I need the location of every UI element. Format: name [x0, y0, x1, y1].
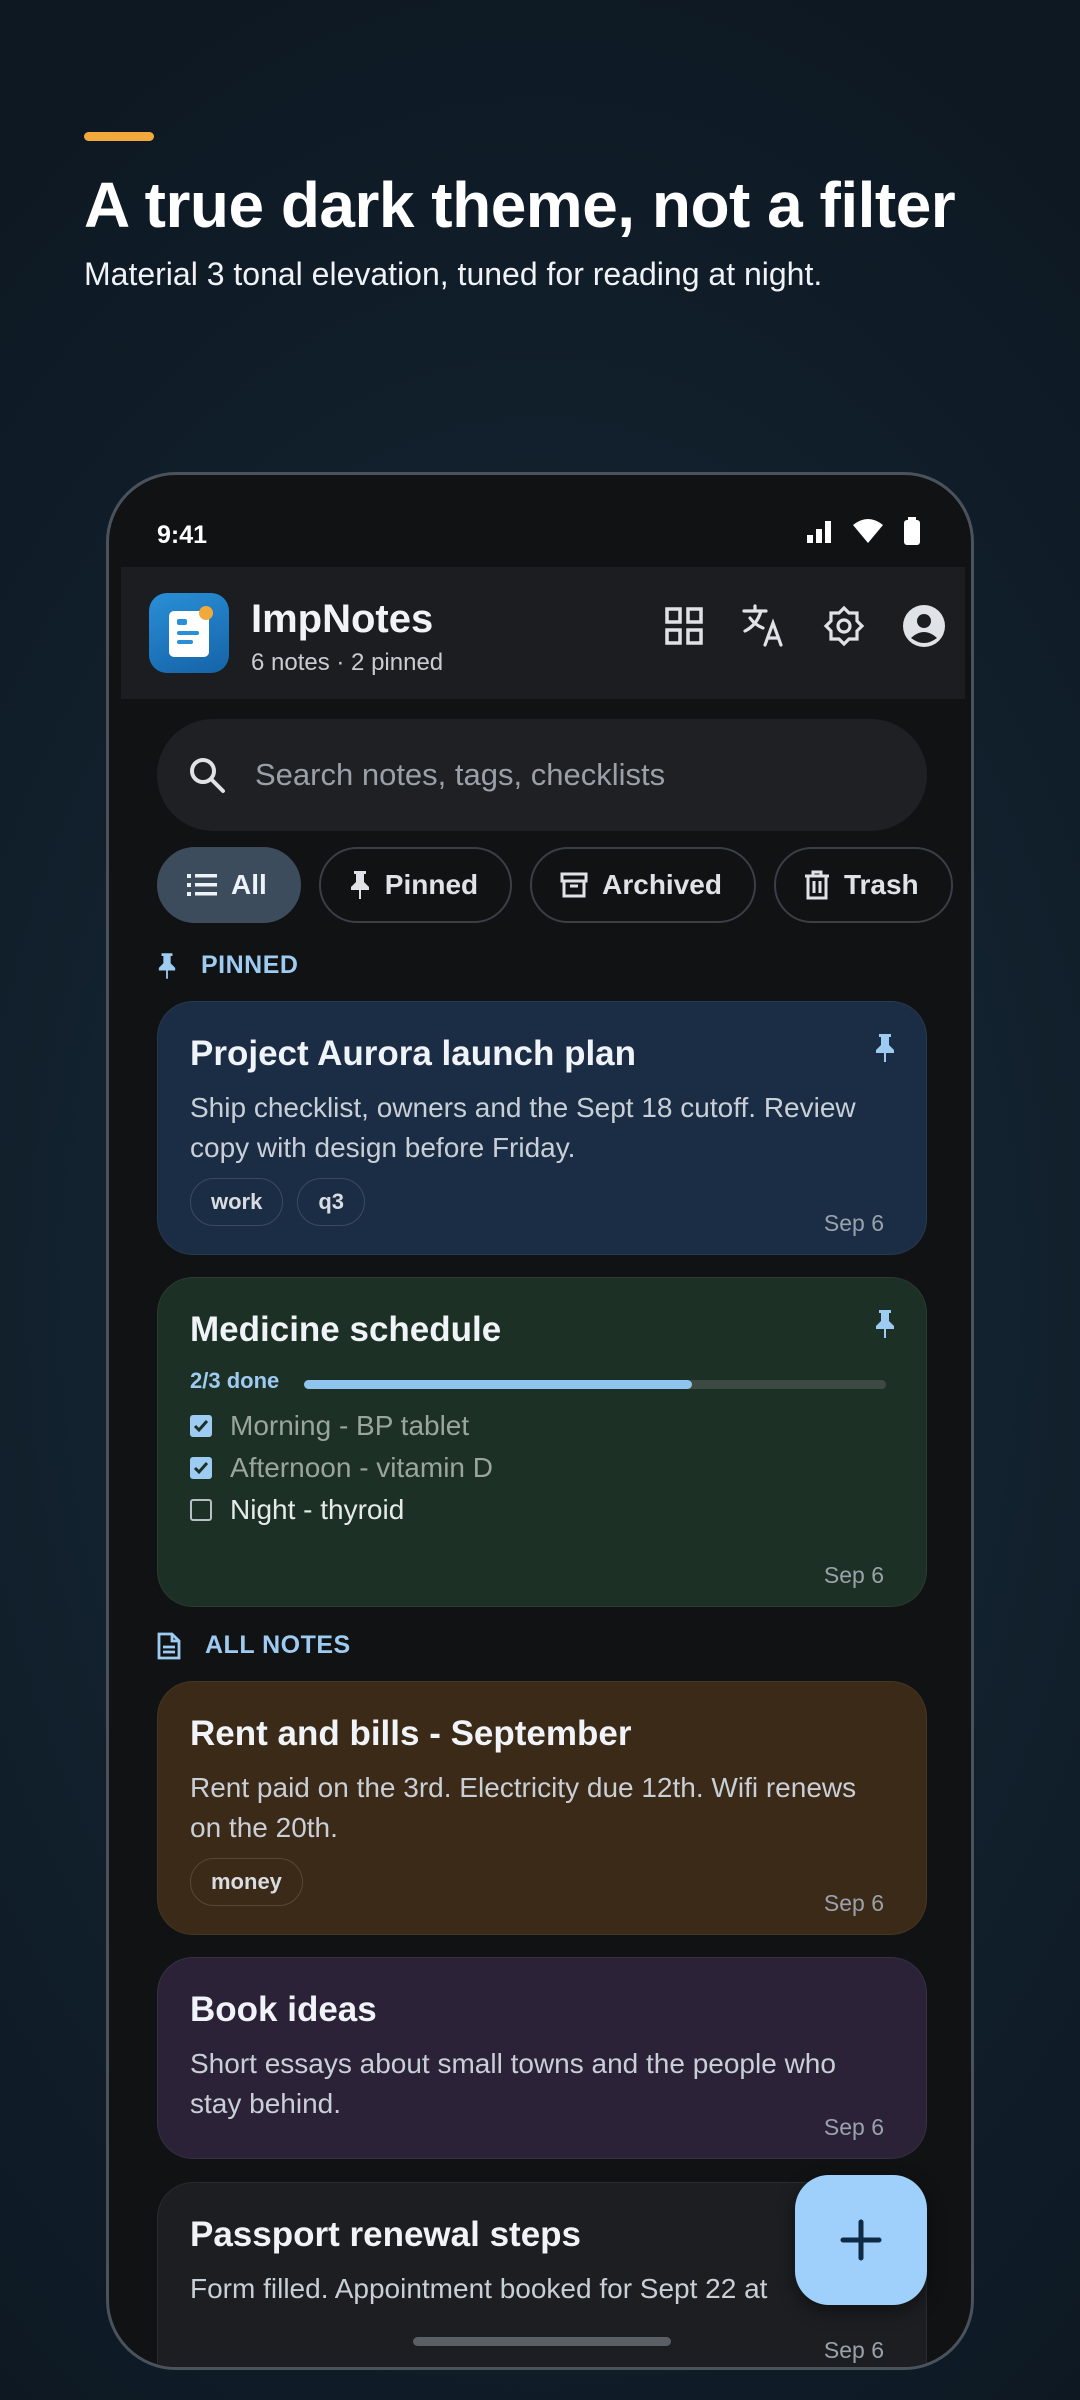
- brightness-icon[interactable]: [821, 603, 867, 649]
- app-logo: [149, 593, 229, 673]
- app-bar: ImpNotes 6 notes · 2 pinned: [121, 567, 965, 699]
- translate-icon[interactable]: [741, 603, 787, 649]
- app-subtitle: 6 notes · 2 pinned: [251, 649, 444, 676]
- note-card[interactable]: Project Aurora launch plan Ship checklis…: [157, 1001, 927, 1255]
- note-date: Sep 6: [823, 1890, 884, 1916]
- note-body: Ship checklist, owners and the Sept 18 c…: [190, 1092, 856, 1163]
- filter-chip-trash[interactable]: Trash: [773, 847, 953, 923]
- progress-label: 2/3 done: [190, 1368, 280, 1393]
- plus-icon: [840, 2219, 882, 2261]
- app-title: ImpNotes: [251, 597, 434, 641]
- checkbox-checked[interactable]: [190, 1457, 212, 1479]
- home-indicator[interactable]: [413, 2337, 671, 2346]
- note-date: Sep 6: [823, 2114, 884, 2140]
- pin-icon[interactable]: [874, 1308, 896, 1340]
- checklist-text: Night - thyroid: [230, 1494, 405, 1525]
- note-body: Rent paid on the 3rd. Electricity due 12…: [190, 1772, 857, 1843]
- filter-chip-archived[interactable]: Archived: [530, 847, 756, 923]
- filter-chip-all[interactable]: All: [157, 847, 301, 923]
- note-date: Sep 6: [823, 1210, 884, 1236]
- note-tag[interactable]: work: [190, 1178, 284, 1226]
- wifi-icon: [853, 519, 883, 543]
- add-note-button[interactable]: [795, 2175, 927, 2305]
- note-title: Medicine schedule: [190, 1310, 502, 1349]
- pin-icon: [350, 871, 369, 899]
- search-input[interactable]: Search notes, tags, checklists: [255, 757, 665, 793]
- trash-icon: [804, 870, 829, 900]
- note-title: Passport renewal steps: [190, 2215, 581, 2254]
- checklist-item[interactable]: Night - thyroid: [190, 1494, 404, 1526]
- promo-subline: Material 3 tonal elevation, tuned for re…: [84, 256, 823, 292]
- checklist-text: Afternoon - vitamin D: [230, 1452, 493, 1483]
- accent-bar: [84, 132, 154, 141]
- search-bar[interactable]: Search notes, tags, checklists: [157, 719, 927, 831]
- pin-icon: [158, 952, 176, 979]
- filter-chip-label: All: [231, 869, 267, 900]
- battery-icon: [904, 517, 920, 545]
- account-icon[interactable]: [901, 603, 947, 649]
- note-tag[interactable]: q3: [297, 1178, 366, 1226]
- note-date: Sep 6: [823, 2337, 884, 2363]
- filter-chip-pinned[interactable]: Pinned: [318, 847, 513, 923]
- checklist-text: Morning - BP tablet: [230, 1410, 470, 1441]
- section-label: PINNED: [201, 951, 299, 979]
- status-time: 9:41: [157, 521, 208, 549]
- note-title: Book ideas: [190, 1990, 377, 2029]
- promo-headline: A true dark theme, not a filter: [84, 169, 956, 241]
- phone-frame: 9:41 ImpNotes 6 notes · 2 pinned Search …: [106, 472, 974, 2370]
- note-title: Rent and bills - September: [190, 1714, 632, 1753]
- grid-view-icon[interactable]: [661, 603, 707, 649]
- document-icon: [157, 1632, 181, 1659]
- note-card[interactable]: Rent and bills - September Rent paid on …: [157, 1681, 927, 1935]
- progress-bar: [304, 1380, 886, 1389]
- section-label: ALL NOTES: [205, 1631, 351, 1659]
- search-icon: [190, 758, 225, 793]
- list-icon: [187, 874, 217, 896]
- pin-icon[interactable]: [874, 1032, 896, 1064]
- note-body: Form filled. Appointment booked for Sept…: [190, 2273, 768, 2304]
- checkbox-unchecked[interactable]: [190, 1499, 212, 1521]
- section-header-all-notes: ALL NOTES: [157, 1631, 351, 1660]
- checkbox-checked[interactable]: [190, 1415, 212, 1437]
- note-tag[interactable]: money: [190, 1858, 303, 1906]
- note-card[interactable]: Book ideas Short essays about small town…: [157, 1957, 927, 2159]
- filter-chips: All Pinned Archived Trash: [157, 847, 953, 923]
- note-card[interactable]: Medicine schedule 2/3 done Morning - BP …: [157, 1277, 927, 1607]
- note-body: Short essays about small towns and the p…: [190, 2048, 836, 2119]
- filter-chip-label: Trash: [843, 869, 919, 900]
- checklist-item[interactable]: Afternoon - vitamin D: [190, 1452, 493, 1484]
- status-bar: 9:41: [109, 475, 971, 565]
- filter-chip-label: Archived: [602, 869, 722, 900]
- checklist-item[interactable]: Morning - BP tablet: [190, 1410, 469, 1442]
- note-date: Sep 6: [823, 1562, 884, 1588]
- filter-chip-label: Pinned: [384, 869, 479, 900]
- section-header-pinned: PINNED: [157, 951, 298, 980]
- signal-icon: [807, 521, 831, 543]
- archive-icon: [560, 872, 588, 898]
- note-title: Project Aurora launch plan: [190, 1034, 637, 1073]
